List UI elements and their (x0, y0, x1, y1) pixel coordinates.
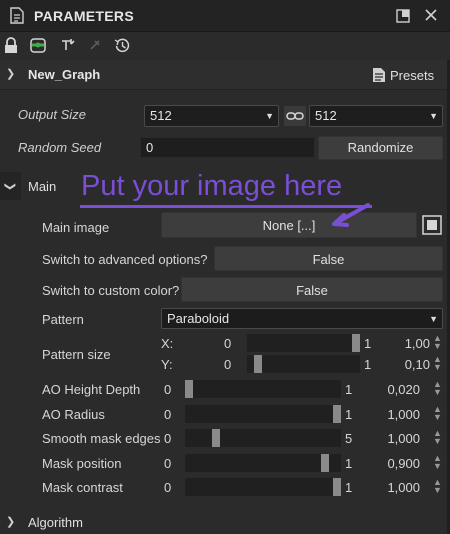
pattern-size-x-value[interactable]: 1,00 (372, 336, 430, 351)
slider-handle[interactable] (333, 405, 341, 423)
graph-name: New_Graph (28, 67, 101, 82)
pattern-select[interactable]: Paraboloid ▼ (161, 308, 443, 329)
slider-max: 1 (345, 407, 353, 422)
slider-value[interactable]: 1,000 (366, 431, 420, 446)
slider-label: Mask contrast (42, 480, 123, 495)
slider-max: 5 (345, 431, 353, 446)
spin-arrows-icon[interactable]: ▲ ▼ (433, 454, 442, 471)
pattern-size-y-handle[interactable] (254, 355, 263, 373)
slider-value[interactable]: 1,000 (366, 407, 420, 422)
main-image-picker[interactable]: None [...] (161, 212, 417, 238)
slider-value[interactable]: 1,000 (366, 480, 420, 495)
pattern-size-y-max: 1 (364, 357, 372, 372)
slider-min: 0 (164, 407, 172, 422)
collapse-chevron-icon[interactable]: ❯ (6, 67, 15, 80)
output-size-label: Output Size (18, 107, 86, 122)
slider-track[interactable] (185, 478, 341, 496)
spin-arrows-icon[interactable]: ▲ ▼ (433, 405, 442, 422)
chevron-right-icon[interactable]: ❯ (6, 515, 15, 528)
slider-min: 0 (164, 382, 172, 397)
maximize-icon[interactable] (396, 9, 410, 23)
pattern-label: Pattern (42, 312, 84, 327)
slider-track[interactable] (185, 454, 341, 472)
link-icon[interactable] (284, 106, 306, 126)
pattern-size-x-max: 1 (364, 336, 372, 351)
slider-handle[interactable] (212, 429, 221, 447)
slider-handle[interactable] (333, 478, 341, 496)
slider-value[interactable]: 0,020 (366, 382, 420, 397)
slider-value[interactable]: 0,900 (366, 456, 420, 471)
slider-max: 1 (345, 456, 353, 471)
slider-label: Smooth mask edges (42, 431, 161, 446)
chevron-down-icon: ▼ (429, 111, 438, 121)
pattern-size-y-slider[interactable] (247, 355, 360, 373)
slider-track[interactable] (185, 380, 341, 398)
lock-icon[interactable] (4, 37, 18, 54)
graph-link-icon[interactable] (29, 37, 47, 54)
slider-track[interactable] (185, 429, 341, 447)
annotation-underline (80, 197, 372, 208)
fit-icon[interactable] (422, 215, 442, 235)
slider-handle[interactable] (321, 454, 330, 472)
slider-label: AO Height Depth (42, 382, 141, 397)
custom-color-toggle[interactable]: False (181, 277, 443, 302)
pin-icon[interactable] (60, 37, 76, 53)
advanced-options-toggle[interactable]: False (214, 246, 443, 271)
pattern-size-x-handle[interactable] (352, 334, 360, 352)
pattern-size-y-min: 0 (224, 357, 232, 372)
slider-track[interactable] (185, 405, 341, 423)
algorithm-section-label[interactable]: Algorithm (28, 515, 83, 530)
spin-arrows-icon[interactable]: ▲ ▼ (433, 478, 442, 495)
panel-title: PARAMETERS (34, 8, 134, 24)
spin-arrows-icon[interactable]: ▲ ▼ (433, 429, 442, 446)
pattern-size-label: Pattern size (42, 347, 111, 362)
pattern-size-x-label: X: (161, 336, 174, 351)
random-seed-label: Random Seed (18, 140, 102, 155)
slider-min: 0 (164, 456, 172, 471)
history-icon[interactable] (114, 37, 131, 54)
presets-button[interactable]: Presets (390, 68, 434, 83)
output-size-width-value: 512 (150, 108, 172, 123)
slider-max: 1 (345, 382, 353, 397)
slider-min: 0 (164, 431, 172, 446)
chevron-down-icon[interactable]: ❯ (4, 182, 17, 191)
advanced-options-label: Switch to advanced options? (42, 252, 208, 267)
pattern-size-y-value[interactable]: 0,10 (372, 357, 430, 372)
chevron-down-icon: ▼ (265, 111, 274, 121)
output-size-height-select[interactable]: 512 ▼ (309, 105, 443, 127)
slider-handle[interactable] (185, 380, 193, 398)
presets-icon[interactable] (372, 67, 386, 83)
pattern-size-x-slider[interactable] (247, 334, 360, 352)
spin-arrows-icon[interactable]: ▲ ▼ (433, 355, 442, 372)
slider-min: 0 (164, 480, 172, 495)
slider-label: AO Radius (42, 407, 105, 422)
main-section-label: Main (28, 179, 57, 194)
pattern-size-y-label: Y: (161, 357, 173, 372)
slider-max: 1 (345, 480, 353, 495)
pin-disabled-icon (89, 39, 101, 51)
pattern-value: Paraboloid (167, 311, 230, 326)
document-icon (10, 7, 24, 24)
spin-arrows-icon[interactable]: ▲ ▼ (433, 334, 442, 351)
chevron-down-icon: ▼ (429, 314, 438, 324)
custom-color-label: Switch to custom color? (42, 283, 180, 298)
output-size-width-select[interactable]: 512 ▼ (144, 105, 279, 127)
slider-label: Mask position (42, 456, 122, 471)
close-icon[interactable] (424, 8, 438, 22)
arrow-annotation-icon (330, 203, 370, 227)
spin-arrows-icon[interactable]: ▲ ▼ (433, 380, 442, 397)
main-image-label: Main image (42, 220, 110, 235)
random-seed-input[interactable]: 0 (140, 137, 315, 158)
pattern-size-x-min: 0 (224, 336, 232, 351)
randomize-button[interactable]: Randomize (318, 136, 443, 160)
output-size-height-value: 512 (315, 108, 337, 123)
